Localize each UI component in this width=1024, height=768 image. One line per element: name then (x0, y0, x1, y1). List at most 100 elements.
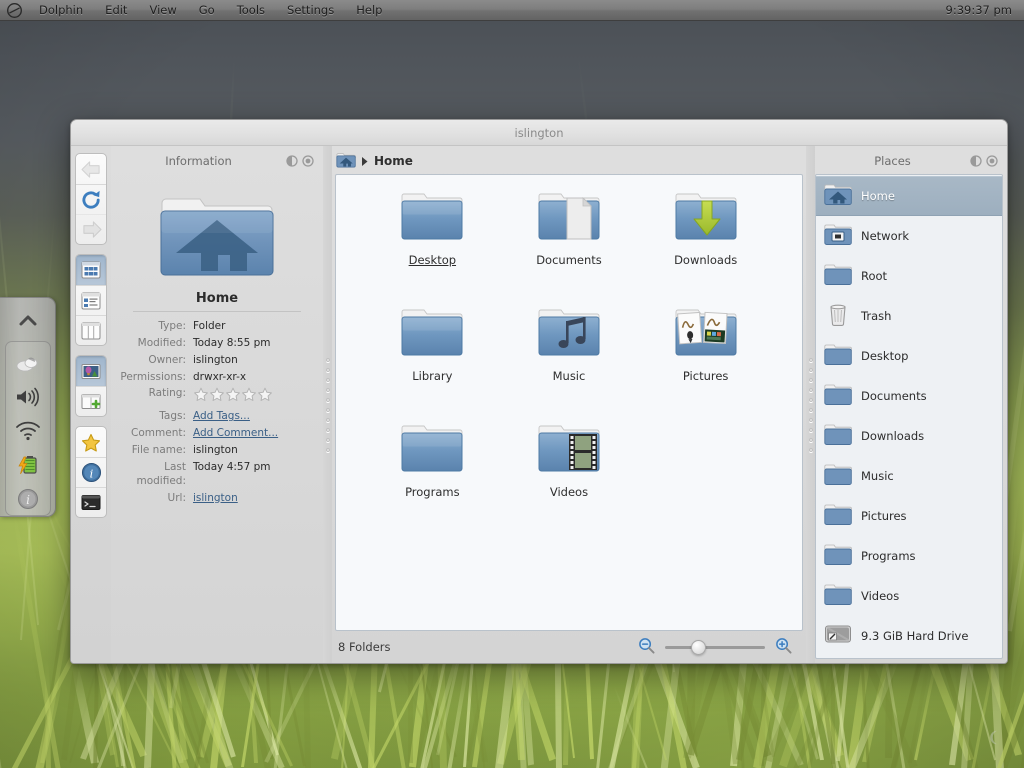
trash-icon (824, 302, 852, 330)
place-item-videos[interactable]: Videos (816, 576, 1002, 616)
reload-button[interactable] (76, 184, 106, 214)
file-icon-view[interactable]: Desktop Documents Downloads Library Musi… (335, 174, 803, 631)
folder-plain-icon (824, 502, 852, 530)
menu-item-edit[interactable]: Edit (94, 0, 138, 21)
menu-item-dolphin[interactable]: Dolphin (28, 0, 94, 21)
home-folder-icon (158, 183, 276, 285)
elementary-logo-icon[interactable] (0, 0, 28, 21)
folder-documents-icon (537, 189, 601, 247)
place-item-hard-drive[interactable]: 9.3 GiB Hard Drive (816, 616, 1002, 656)
folder-network-icon (824, 222, 852, 250)
folder-item-library[interactable]: Library (367, 305, 497, 421)
dolphin-window: islington i Information Home Type: Folde… (70, 119, 1008, 664)
folder-item-documents[interactable]: Documents (504, 189, 634, 305)
metadata-value: Today 4:57 pm (193, 460, 271, 473)
rating-stars[interactable] (193, 386, 315, 409)
place-item-root[interactable]: Root (816, 256, 1002, 296)
zoom-in-icon[interactable] (775, 637, 792, 658)
splitter-handle-dots (808, 357, 813, 452)
weather-cloud-icon[interactable] (8, 346, 48, 379)
information-button[interactable]: i (76, 457, 106, 487)
star-rating-icon[interactable] (193, 387, 275, 402)
metadata-key: Tags: (159, 410, 186, 423)
view-details-button[interactable] (76, 285, 106, 315)
metadata-key: Last modified: (136, 460, 186, 487)
place-item-pictures[interactable]: Pictures (816, 496, 1002, 536)
left-toolbar: i (71, 146, 111, 663)
svg-text:i: i (26, 493, 30, 507)
wifi-icon[interactable] (8, 414, 48, 447)
back-button[interactable] (76, 154, 106, 184)
place-item-documents[interactable]: Documents (816, 376, 1002, 416)
forward-button[interactable] (76, 214, 106, 244)
information-item-name: Home (195, 291, 239, 306)
show-preview-button[interactable] (76, 356, 106, 386)
zoom-out-icon[interactable] (638, 637, 655, 658)
circle-dot-icon[interactable] (302, 155, 314, 167)
half-circle-icon[interactable] (286, 155, 298, 167)
url-link[interactable]: islington (193, 492, 238, 504)
folder-item-desktop[interactable]: Desktop (367, 189, 497, 305)
place-item-programs[interactable]: Programs (816, 536, 1002, 576)
folder-grid: Desktop Documents Downloads Library Musi… (336, 175, 802, 537)
half-circle-icon[interactable] (970, 155, 982, 167)
place-item-downloads[interactable]: Downloads (816, 416, 1002, 456)
folder-downloads-icon (674, 189, 738, 247)
clock[interactable]: 9:39:37 pm (934, 3, 1024, 17)
window-titlebar[interactable]: islington (71, 120, 1007, 146)
splitter-left[interactable] (323, 146, 332, 663)
splitter-right[interactable] (806, 146, 815, 663)
folder-plain-icon (400, 189, 464, 247)
breadcrumb-path[interactable]: Home (374, 154, 413, 168)
place-item-network[interactable]: Network (816, 216, 1002, 256)
chevron-up-icon[interactable] (8, 305, 48, 336)
information-panel-header: Information (111, 149, 323, 173)
view-columns-button[interactable] (76, 315, 106, 345)
folder-item-downloads[interactable]: Downloads (641, 189, 771, 305)
view-icons-button[interactable] (76, 255, 106, 285)
menu-item-help[interactable]: Help (345, 0, 393, 21)
metadata-key: File name: (131, 444, 186, 457)
add-comment-link[interactable]: Add Comment... (193, 427, 278, 439)
place-item-desktop[interactable]: Desktop (816, 336, 1002, 376)
info-icon[interactable]: i (8, 482, 48, 515)
place-item-trash[interactable]: Trash (816, 296, 1002, 336)
zoom-slider-knob[interactable] (690, 639, 706, 655)
places-list[interactable]: Home Network Root Trash Desktop Document… (815, 174, 1003, 659)
folder-label: Documents (536, 253, 602, 267)
place-label: Pictures (861, 509, 907, 523)
metadata-row: Comment: Add Comment... (119, 426, 315, 443)
place-label: Network (861, 229, 910, 243)
place-item-home[interactable]: Home (816, 176, 1002, 216)
folder-item-music[interactable]: Music (504, 305, 634, 421)
terminal-button[interactable] (76, 487, 106, 517)
circle-dot-icon[interactable] (986, 155, 998, 167)
crescent-moon-icon[interactable] (985, 729, 1002, 746)
folder-plain-icon (824, 582, 852, 610)
volume-icon[interactable] (8, 380, 48, 413)
home-folder-small-icon[interactable] (336, 150, 356, 172)
menu-item-settings[interactable]: Settings (276, 0, 345, 21)
place-label: Documents (861, 389, 927, 403)
folder-item-pictures[interactable]: Pictures (641, 305, 771, 421)
place-item-music[interactable]: Music (816, 456, 1002, 496)
menu-item-tools[interactable]: Tools (226, 0, 276, 21)
zoom-slider[interactable] (665, 639, 765, 655)
chevron-right-icon (361, 152, 369, 171)
favorites-button[interactable] (76, 427, 106, 457)
folder-item-videos[interactable]: Videos (504, 421, 634, 537)
menu-item-view[interactable]: View (138, 0, 187, 21)
top-menubar: Dolphin Edit View Go Tools Settings Help… (0, 0, 1024, 21)
menu-item-go[interactable]: Go (188, 0, 226, 21)
place-label: 9.3 GiB Hard Drive (861, 629, 969, 643)
battery-charging-icon[interactable] (8, 448, 48, 481)
window-body: i Information Home Type: Folder Modified… (71, 146, 1007, 663)
system-tray-dock: i (0, 297, 56, 517)
metadata-key: Url: (167, 491, 186, 504)
split-view-button[interactable] (76, 386, 106, 416)
folder-label: Music (552, 369, 586, 383)
svg-text:i: i (89, 466, 93, 480)
add-tags-link[interactable]: Add Tags... (193, 410, 250, 422)
folder-item-programs[interactable]: Programs (367, 421, 497, 537)
place-label: Videos (861, 589, 900, 603)
